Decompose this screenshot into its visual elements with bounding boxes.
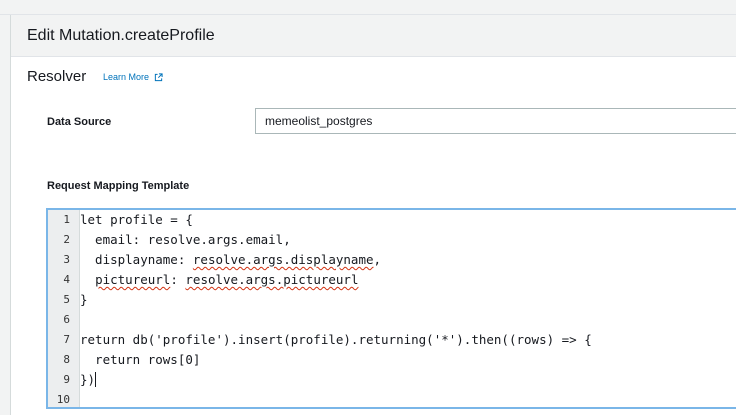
line-number: 10 — [56, 393, 70, 406]
line-number: 5 — [63, 293, 70, 306]
code-line: 7 return db('profile').insert(profile).r… — [48, 330, 736, 350]
data-source-select[interactable]: memeolist_postgres — [255, 108, 736, 134]
line-number: 3 — [63, 253, 70, 266]
code-text: pictureurl: resolve.args.pictureurl — [80, 270, 358, 290]
code-segment: }) — [80, 372, 96, 387]
code-line: 3 displayname: resolve.args.displayname, — [48, 250, 736, 270]
external-link-icon — [154, 73, 163, 82]
line-number: 8 — [63, 353, 70, 366]
request-mapping-template-editor[interactable]: 1 let profile = { 2 email: resolve.args.… — [46, 208, 736, 409]
code-line: 10 — [48, 390, 736, 407]
code-text: let profile = { — [80, 212, 193, 227]
line-number: 7 — [63, 333, 70, 346]
spellcheck-flagged-text: pictureurl — [95, 272, 171, 287]
main-content: Edit Mutation.createProfile Resolver Lea… — [10, 15, 736, 415]
spellcheck-flagged-text: resolve.args.displayname — [192, 252, 374, 267]
line-number: 6 — [63, 313, 70, 326]
learn-more-label: Learn More — [103, 72, 150, 82]
code-segment: : — [170, 272, 186, 287]
data-source-value: memeolist_postgres — [265, 114, 373, 128]
line-number: 1 — [63, 213, 70, 226]
request-mapping-template-label: Request Mapping Template — [47, 180, 190, 192]
code-line: 4 pictureurl: resolve.args.pictureurl — [48, 270, 736, 290]
code-line: 2 email: resolve.args.email, — [48, 230, 736, 250]
text-cursor — [95, 372, 97, 387]
code-segment: , — [373, 252, 382, 267]
code-text: }) — [80, 370, 97, 390]
line-number: 2 — [63, 233, 70, 246]
code-line: 5 } — [48, 290, 736, 310]
resolver-panel: Resolver Learn More Data Source memeolis… — [11, 57, 736, 415]
page-header: Edit Mutation.createProfile — [11, 15, 736, 57]
code-text: return db('profile').insert(profile).ret… — [80, 332, 592, 347]
top-bar — [0, 0, 736, 15]
code-text: } — [80, 292, 88, 307]
code-line: 8 return rows[0] — [48, 350, 736, 370]
code-segment: displayname: — [80, 252, 193, 267]
code-line: 9 }) — [48, 370, 736, 390]
code-text: return rows[0] — [80, 352, 201, 367]
line-number: 9 — [63, 373, 70, 386]
code-line: 1 let profile = { — [48, 210, 736, 230]
spellcheck-flagged-text: resolve.args.pictureurl — [185, 272, 359, 287]
code-text: displayname: resolve.args.displayname, — [80, 250, 381, 270]
code-text: email: resolve.args.email, — [80, 232, 291, 247]
page-title: Edit Mutation.createProfile — [27, 27, 215, 44]
line-number: 4 — [63, 273, 70, 286]
data-source-label: Data Source — [47, 116, 112, 128]
code-line: 6 — [48, 310, 736, 330]
resolver-section-title: Resolver — [27, 68, 87, 85]
learn-more-link[interactable]: Learn More — [103, 71, 163, 83]
